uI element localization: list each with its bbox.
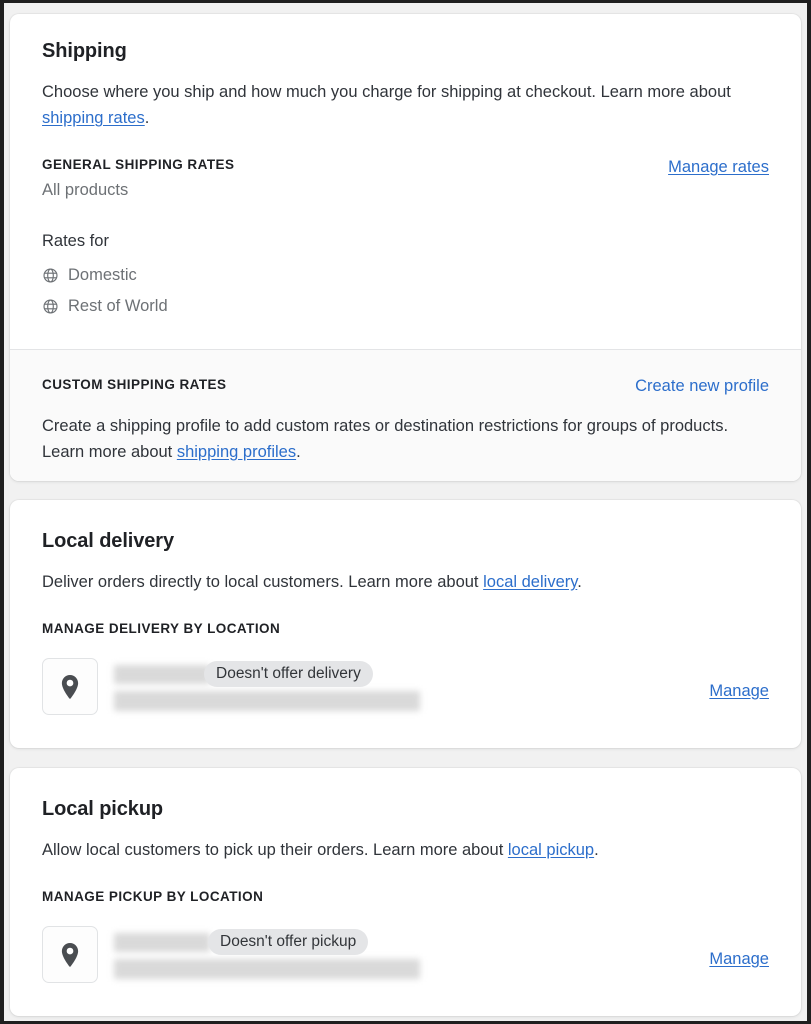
shipping-title: Shipping (42, 40, 127, 62)
pickup-location-address-redacted (114, 959, 420, 979)
pickup-location-row: Doesn't offer pickup Manage (42, 926, 769, 983)
globe-icon (42, 267, 59, 284)
delivery-location-name-line: Doesn't offer delivery (114, 661, 420, 687)
local-pickup-card: Local pickup Allow local customers to pi… (10, 768, 801, 1016)
local-delivery-title: Local delivery (42, 530, 174, 552)
custom-shipping-rates-description: Create a shipping profile to add custom … (42, 413, 742, 465)
delivery-status-badge: Doesn't offer delivery (204, 661, 373, 687)
pickup-location-pin-box (42, 926, 98, 983)
rate-zone-domestic[interactable]: Domestic (42, 260, 769, 291)
local-pickup-description-text-after: . (594, 841, 599, 859)
custom-description-text-before: Create a shipping profile to add custom … (42, 417, 729, 461)
custom-shipping-rates-header: CUSTOM SHIPPING RATES Create new profile (42, 377, 769, 395)
pickup-location-name-redacted (114, 932, 210, 952)
general-shipping-rates-header: GENERAL SHIPPING RATES All products Mana… (42, 157, 769, 203)
manage-delivery-link[interactable]: Manage (709, 658, 769, 701)
pickup-location-name-line: Doesn't offer pickup (114, 929, 420, 955)
settings-shipping-page: Shipping Choose where you ship and how m… (4, 3, 807, 1021)
general-shipping-rates-sublabel: All products (42, 181, 129, 199)
local-pickup-title: Local pickup (42, 798, 164, 820)
local-delivery-description: Deliver orders directly to local custome… (42, 569, 769, 595)
globe-icon (42, 298, 59, 315)
location-pin-icon (59, 674, 81, 700)
local-delivery-link[interactable]: local delivery (483, 573, 577, 591)
manage-pickup-link[interactable]: Manage (709, 926, 769, 969)
delivery-location-address-redacted (114, 691, 420, 711)
delivery-location-row: Doesn't offer delivery Manage (42, 658, 769, 715)
local-pickup-description-text-before: Allow local customers to pick up their o… (42, 841, 508, 859)
shipping-description-text-after: . (144, 109, 150, 127)
pickup-status-badge: Doesn't offer pickup (208, 929, 369, 955)
rates-for-label: Rates for (42, 232, 109, 250)
delivery-location-pin-box (42, 658, 98, 715)
local-delivery-description-text-before: Deliver orders directly to local custome… (42, 573, 484, 591)
shipping-description-text-before: Choose where you ship and how much you c… (42, 83, 731, 101)
shipping-rates-link[interactable]: shipping rates (42, 109, 145, 127)
general-shipping-rates-label: GENERAL SHIPPING RATES (42, 157, 235, 172)
shipping-card: Shipping Choose where you ship and how m… (10, 14, 801, 481)
manage-rates-link[interactable]: Manage rates (668, 157, 769, 177)
location-pin-icon (59, 942, 81, 968)
manage-pickup-by-location-label: MANAGE PICKUP BY LOCATION (42, 889, 264, 904)
local-pickup-link[interactable]: local pickup (508, 841, 594, 859)
custom-shipping-rates-section: CUSTOM SHIPPING RATES Create new profile… (10, 350, 801, 481)
local-delivery-card: Local delivery Deliver orders directly t… (10, 500, 801, 748)
rate-zone-list: Domestic Rest of World (42, 260, 769, 322)
shipping-description: Choose where you ship and how much you c… (42, 79, 764, 131)
rate-zone-label: Rest of World (68, 297, 168, 315)
delivery-location-name-redacted (114, 664, 210, 684)
rate-zone-label: Domestic (68, 266, 137, 284)
local-pickup-description: Allow local customers to pick up their o… (42, 837, 769, 863)
custom-description-text-after: . (296, 443, 301, 461)
rate-zone-rest-of-world[interactable]: Rest of World (42, 291, 769, 322)
shipping-profiles-link[interactable]: shipping profiles (177, 443, 296, 461)
manage-delivery-by-location-label: MANAGE DELIVERY BY LOCATION (42, 621, 281, 636)
custom-shipping-rates-label: CUSTOM SHIPPING RATES (42, 377, 227, 392)
create-new-profile-link[interactable]: Create new profile (635, 377, 769, 395)
local-delivery-description-text-after: . (577, 573, 582, 591)
